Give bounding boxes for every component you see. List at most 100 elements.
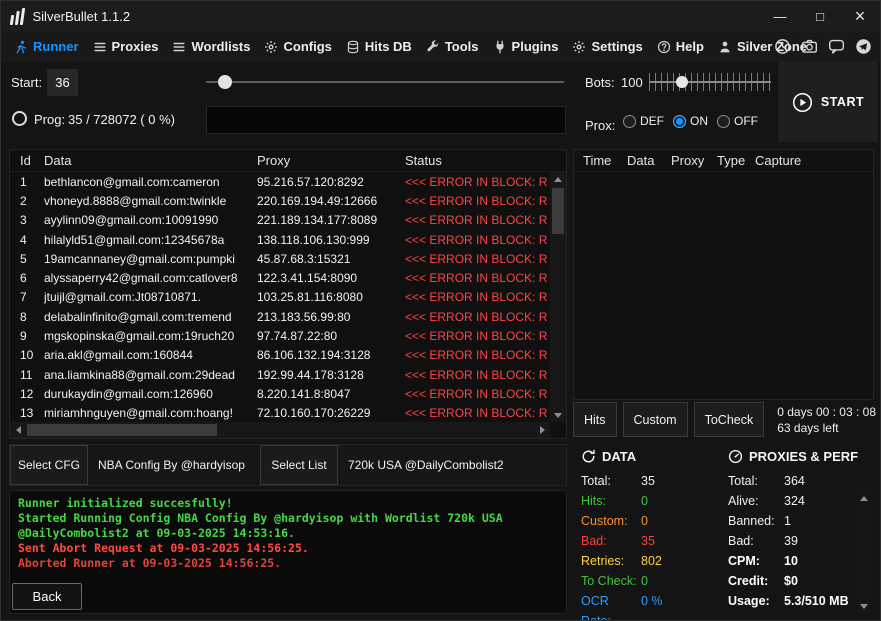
start-label: Start: <box>11 75 43 90</box>
slider-track[interactable] <box>649 81 771 83</box>
nav-item-wordlists[interactable]: Wordlists <box>165 31 257 62</box>
column-header-data[interactable]: Data <box>627 153 671 168</box>
column-header-proxy[interactable]: Proxy <box>257 153 405 168</box>
gauge-icon <box>728 449 743 464</box>
utility-icons <box>774 31 880 62</box>
column-header-id[interactable]: Id <box>10 153 44 168</box>
scroll-right-icon[interactable] <box>534 422 550 438</box>
row-id: 7 <box>20 290 27 305</box>
bots-slider[interactable] <box>649 71 771 93</box>
row-proxy: 95.216.57.120:8292 <box>257 174 364 189</box>
camera-icon[interactable] <box>801 38 818 55</box>
column-header-capture[interactable]: Capture <box>755 153 873 168</box>
stat-hits: Hits: 0 <box>581 491 723 511</box>
progress-radio[interactable] <box>12 111 27 126</box>
telegram-icon[interactable] <box>855 38 872 55</box>
row-proxy: 192.99.44.178:3128 <box>257 367 364 382</box>
result-row[interactable]: 8 delabalinfinito@gmail.com:tremend 213.… <box>10 307 550 326</box>
history-icon[interactable] <box>774 38 791 55</box>
nav-item-runner[interactable]: Runner <box>7 31 86 62</box>
result-row[interactable]: 3 ayylinn09@gmail.com:10091990 221.189.1… <box>10 211 550 230</box>
column-header-proxy[interactable]: Proxy <box>671 153 717 168</box>
close-button[interactable]: × <box>840 1 880 31</box>
nav-item-tools[interactable]: Tools <box>419 31 486 62</box>
stat-value: 0 <box>641 574 648 588</box>
nav-item-plugins[interactable]: Plugins <box>486 31 566 62</box>
maximize-button[interactable]: □ <box>800 1 840 31</box>
tab-tocheck[interactable]: ToCheck <box>693 402 765 437</box>
column-header-data[interactable]: Data <box>44 153 257 168</box>
runner-log: Runner initialized succesfully! Started … <box>9 490 567 614</box>
stat-value: 35 <box>641 534 655 548</box>
stat-bad: Bad: 35 <box>581 531 723 551</box>
prox-option-def[interactable]: DEF <box>623 114 664 128</box>
minimize-button[interactable]: — <box>760 1 800 31</box>
slider-thumb-icon[interactable] <box>675 76 688 88</box>
start-button[interactable]: START <box>778 62 878 142</box>
title-bar: SilverBullet 1.1.2 — □ × <box>1 1 880 31</box>
select-config-button[interactable]: Select CFG <box>10 445 88 485</box>
result-row[interactable]: 6 alyssaperry42@gmail.com:catlover8 122.… <box>10 268 550 287</box>
vertical-scrollbar[interactable] <box>550 172 566 422</box>
row-status: <<< ERROR IN BLOCK: R <box>405 348 548 363</box>
scroll-down-icon[interactable] <box>550 408 566 422</box>
nav-label: Tools <box>444 39 479 54</box>
column-header-type[interactable]: Type <box>717 153 755 168</box>
result-row[interactable]: 1 bethlancon@gmail.com:cameron 95.216.57… <box>10 172 550 191</box>
result-row[interactable]: 7 jtuijl@gmail.com:Jt08710871. 103.25.81… <box>10 288 550 307</box>
row-status: <<< ERROR IN BLOCK: R <box>405 386 548 401</box>
proxies-stats-list: Total: 364 Alive: 324 Banned: 1 Bad: 39 <box>728 471 876 611</box>
proxy-mode-label: Prox: <box>585 118 616 133</box>
nav-label: Settings <box>591 39 643 54</box>
start-position-input[interactable] <box>47 69 78 96</box>
stat-label: Banned: <box>728 514 775 528</box>
nav-item-proxies[interactable]: Proxies <box>86 31 166 62</box>
result-row[interactable]: 4 hilalyld51@gmail.com:12345678a 138.118… <box>10 230 550 249</box>
wrench-icon <box>426 39 440 54</box>
scroll-left-icon[interactable] <box>10 422 26 438</box>
bots-value: 100 <box>621 75 643 90</box>
nav-item-settings[interactable]: Settings <box>565 31 649 62</box>
result-row[interactable]: 10 aria.akl@gmail.com:160844 86.106.132.… <box>10 346 550 365</box>
vertical-scroll-thumb[interactable] <box>552 188 564 234</box>
tab-custom[interactable]: Custom <box>622 402 688 437</box>
row-id: 2 <box>20 193 27 208</box>
stat-value: 35 <box>641 474 655 488</box>
progress-input[interactable] <box>206 106 566 134</box>
result-row[interactable]: 9 mgskopinska@gmail.com:19ruch20 97.74.8… <box>10 326 550 345</box>
result-row[interactable]: 2 vhoneyd.8888@gmail.com:twinkle 220.169… <box>10 191 550 210</box>
column-header-time[interactable]: Time <box>583 153 627 168</box>
row-data: vhoneyd.8888@gmail.com:twinkle <box>44 193 227 208</box>
row-proxy: 213.183.56.99:80 <box>257 309 351 324</box>
result-row[interactable]: 13 miriamhnguyen@gmail.com:hoang! 72.10.… <box>10 404 550 422</box>
stat-label: CPM: <box>728 554 760 568</box>
result-row[interactable]: 5 19amcannaney@gmail.com:pumpki 45.87.68… <box>10 249 550 268</box>
selected-config: NBA Config By @hardyisop <box>98 458 245 472</box>
window-controls: — □ × <box>760 1 880 31</box>
nav-item-hits-db[interactable]: Hits DB <box>339 31 419 62</box>
window-title: SilverBullet 1.1.2 <box>32 8 131 24</box>
slider-thumb-icon[interactable] <box>218 75 232 89</box>
column-header-status[interactable]: Status <box>405 153 566 168</box>
back-button[interactable]: Back <box>12 583 82 610</box>
nav-item-help[interactable]: Help <box>650 31 711 62</box>
row-status: <<< ERROR IN BLOCK: R <box>405 329 548 344</box>
prox-option-on[interactable]: ON <box>673 114 708 128</box>
slider-track[interactable] <box>206 81 564 83</box>
horizontal-scroll-thumb[interactable] <box>27 424 217 436</box>
scroll-up-icon[interactable] <box>550 172 566 186</box>
tab-hits[interactable]: Hits <box>573 402 617 437</box>
gear-icon <box>572 40 586 54</box>
start-slider[interactable] <box>206 73 564 91</box>
result-row[interactable]: 11 ana.liamkina88@gmail.com:29dead 192.9… <box>10 365 550 384</box>
horizontal-scrollbar[interactable] <box>10 422 550 438</box>
nav-label: Proxies <box>111 39 159 54</box>
log-line: Started Running Config NBA Config By @ha… <box>18 511 510 540</box>
chat-icon[interactable] <box>828 38 845 55</box>
select-list-button[interactable]: Select List <box>260 445 338 485</box>
result-row[interactable]: 12 durukaydin@gmail.com:126960 8.220.141… <box>10 384 550 403</box>
log-line: Sent Abort Request at 09-03-2025 14:56:2… <box>18 541 309 555</box>
nav-item-configs[interactable]: Configs <box>257 31 338 62</box>
prox-option-off[interactable]: OFF <box>717 114 758 128</box>
row-id: 12 <box>20 386 34 401</box>
